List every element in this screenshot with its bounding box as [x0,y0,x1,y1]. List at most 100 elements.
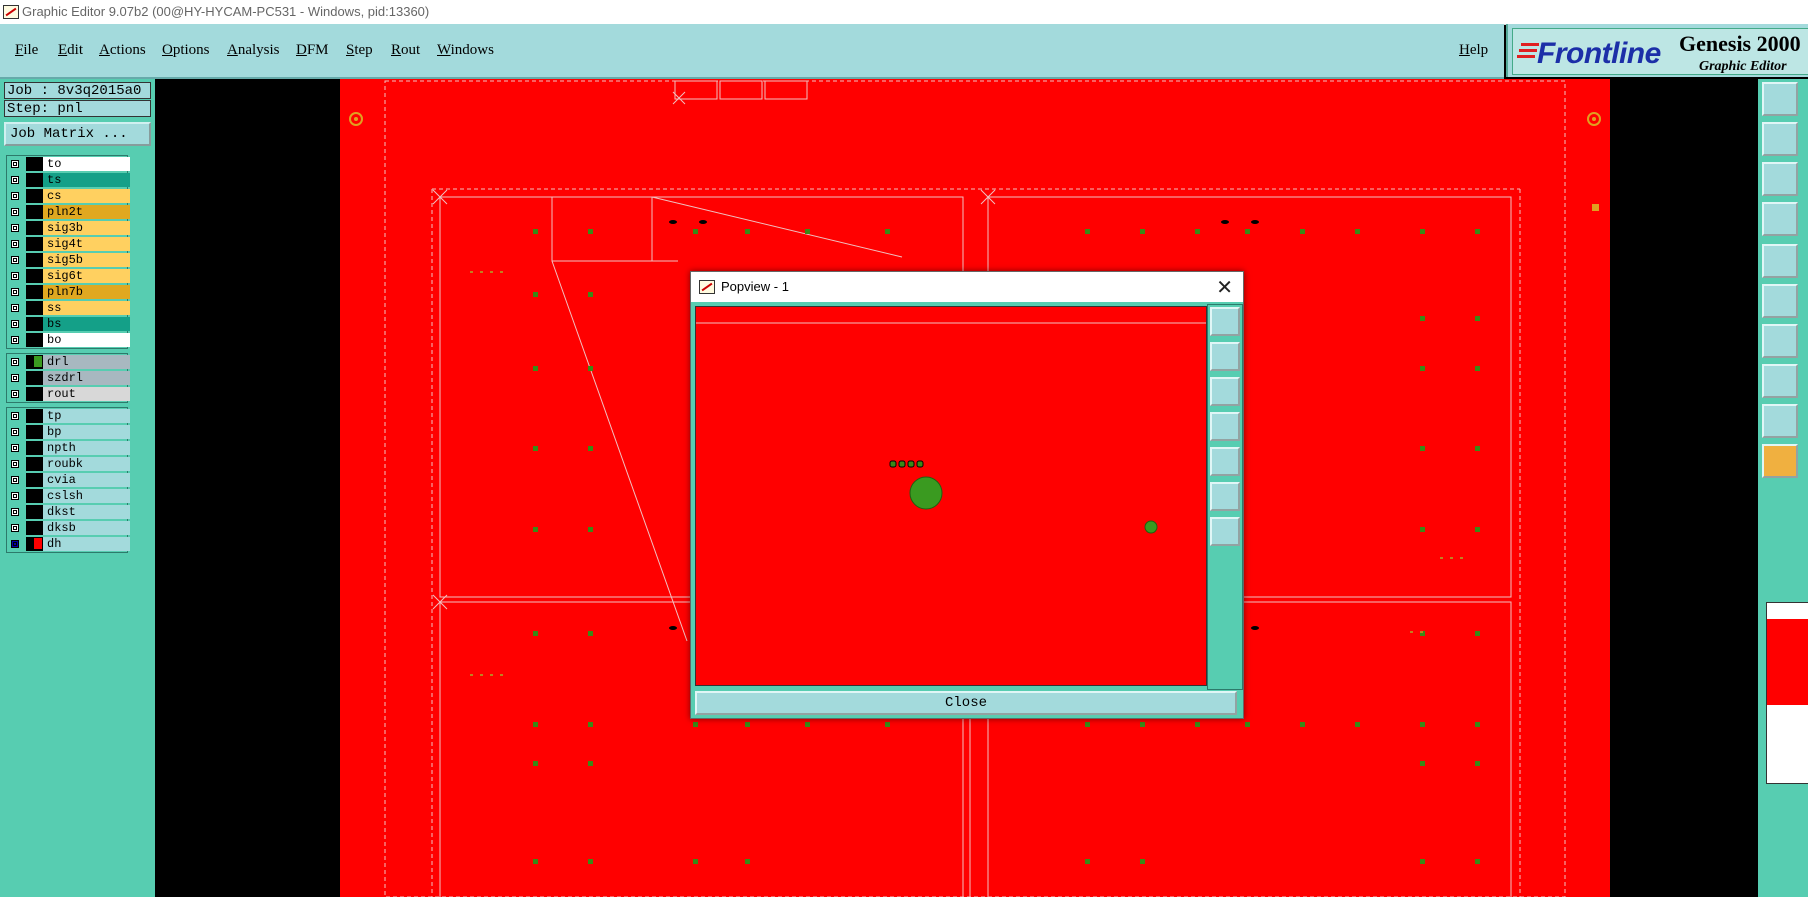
layer-color-swatch[interactable] [26,157,43,171]
layer-color-swatch[interactable] [26,173,43,187]
measure-button[interactable] [1762,324,1798,358]
layer-color-swatch[interactable] [26,237,43,251]
layer-row[interactable]: ss [7,300,130,316]
layer-name[interactable]: dksb [43,521,130,535]
layer-name[interactable]: bo [43,333,130,347]
layer-color-swatch[interactable] [26,489,43,503]
layer-name[interactable]: dkst [43,505,130,519]
menu-options[interactable]: Options [162,42,210,59]
menu-dfm[interactable]: DFM [296,42,329,59]
popview-canvas[interactable] [695,306,1207,686]
layer-color-swatch[interactable] [26,205,43,219]
layer-checkbox[interactable] [11,192,19,200]
menu-step[interactable]: Step [346,42,373,59]
layer-row[interactable]: ts [7,172,130,188]
pan-button[interactable] [1762,202,1798,236]
popview-pan-left-button[interactable] [1210,412,1240,441]
layer-checkbox[interactable] [11,336,19,344]
layer-checkbox[interactable] [11,374,19,382]
layer-name[interactable]: drl [43,355,130,369]
popview-pan-up-button[interactable] [1210,342,1240,371]
layer-name[interactable]: pln7b [43,285,130,299]
feature-select-button[interactable] [1762,244,1798,278]
layer-color-swatch[interactable] [26,221,43,235]
layer-name[interactable]: rout [43,387,130,401]
popview-close-button[interactable]: Close [695,691,1237,715]
layer-row[interactable]: sig3b [7,220,130,236]
layer-checkbox[interactable] [11,508,19,516]
layer-checkbox[interactable] [11,272,19,280]
popview-pan-down-button[interactable] [1210,377,1240,406]
layer-row[interactable]: bs [7,316,130,332]
layer-row[interactable]: dkst [7,504,130,520]
layer-name[interactable]: dh [43,537,130,551]
layer-color-swatch[interactable] [26,387,43,401]
layer-name[interactable]: cs [43,189,130,203]
layer-row[interactable]: cs [7,188,130,204]
layer-color-swatch[interactable] [26,355,43,369]
layer-name[interactable]: pln2t [43,205,130,219]
layer-checkbox[interactable] [11,160,19,168]
layer-checkbox[interactable] [11,428,19,436]
layer-checkbox[interactable] [11,304,19,312]
layer-color-swatch[interactable] [26,285,43,299]
layer-row[interactable]: bp [7,424,130,440]
layer-name[interactable]: ss [43,301,130,315]
layer-name[interactable]: sig4t [43,237,130,251]
layer-checkbox[interactable] [11,320,19,328]
layer-row[interactable]: roubk [7,456,130,472]
job-matrix-button[interactable]: Job Matrix ... [4,122,151,146]
layer-name[interactable]: bs [43,317,130,331]
menu-actions[interactable]: Actions [99,42,146,59]
layer-row[interactable]: rout [7,386,130,402]
layer-row[interactable]: bo [7,332,130,348]
layer-name[interactable]: npth [43,441,130,455]
layer-color-swatch[interactable] [26,333,43,347]
pointer-button[interactable] [1762,444,1798,478]
layer-row[interactable]: sig6t [7,268,130,284]
popview-zoom-in-button[interactable] [1210,482,1240,511]
layer-row[interactable]: cslsh [7,488,130,504]
layer-color-swatch[interactable] [26,371,43,385]
layer-color-swatch[interactable] [26,317,43,331]
layer-row[interactable]: pln2t [7,204,130,220]
layer-checkbox[interactable] [11,256,19,264]
layer-name[interactable]: bp [43,425,130,439]
layer-row[interactable]: drl [7,354,130,370]
layer-checkbox[interactable] [11,444,19,452]
layer-checkbox[interactable] [11,476,19,484]
layer-color-swatch[interactable] [26,189,43,203]
layer-color-swatch[interactable] [26,505,43,519]
layer-checkbox[interactable] [11,288,19,296]
layer-color-swatch[interactable] [26,473,43,487]
layer-checkbox[interactable] [11,460,19,468]
layer-color-swatch[interactable] [26,537,43,551]
layer-color-swatch[interactable] [26,441,43,455]
menu-windows[interactable]: Windows [437,42,494,59]
net-button[interactable] [1762,284,1798,318]
snap-button[interactable] [1762,364,1798,398]
zoom-fit-button[interactable] [1762,162,1798,196]
layer-row[interactable]: dh [7,536,130,552]
menu-help[interactable]: Help [1459,42,1488,59]
layer-row[interactable]: dksb [7,520,130,536]
popview-zoom-out-button[interactable] [1210,517,1240,546]
layer-checkbox[interactable] [11,390,19,398]
zoom-in-button[interactable] [1762,122,1798,156]
angle-button[interactable] [1762,404,1798,438]
layer-row[interactable]: npth [7,440,130,456]
layer-checkbox[interactable] [11,492,19,500]
layer-checkbox[interactable] [11,358,19,366]
menu-rout[interactable]: Rout [391,42,420,59]
layer-color-swatch[interactable] [26,409,43,423]
layer-color-swatch[interactable] [26,253,43,267]
layer-color-swatch[interactable] [26,521,43,535]
layer-row[interactable]: pln7b [7,284,130,300]
layer-row[interactable]: szdrl [7,370,130,386]
menu-analysis[interactable]: Analysis [227,42,280,59]
layer-name[interactable]: roubk [43,457,130,471]
layer-color-swatch[interactable] [26,269,43,283]
layer-checkbox[interactable] [11,240,19,248]
popview-pan-right-button[interactable] [1210,447,1240,476]
layer-checkbox[interactable] [11,540,19,548]
